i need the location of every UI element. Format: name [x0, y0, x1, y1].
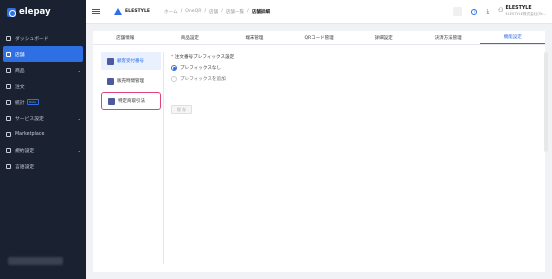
breadcrumb-separator: / — [221, 8, 223, 14]
order-number-icon — [107, 57, 114, 65]
sidebar-item-dashboard[interactable]: ダッシュボード — [0, 30, 86, 46]
stats-icon — [6, 99, 11, 105]
elestyle-logo-icon — [114, 8, 122, 15]
help-icon[interactable]: ? — [471, 8, 478, 15]
elepay-logo-icon — [7, 7, 16, 17]
feature-item-label: 顧客受付番号 — [117, 59, 144, 64]
download-icon[interactable]: ⤓ — [486, 8, 489, 16]
radio-no-prefix[interactable]: プレフィックスなし — [171, 65, 234, 71]
sales-time-icon — [107, 77, 114, 85]
product-icon — [6, 67, 11, 73]
breadcrumb-oneqr[interactable]: OneQR — [185, 9, 201, 15]
tab-payment-methods[interactable]: 決済方法管理 — [416, 31, 481, 44]
sidebar-item-label: Marketplace — [15, 131, 45, 137]
account-menu[interactable]: ⚇ ELESTYLE ELESTYLE株式会社(Te... — [498, 6, 546, 17]
feature-item-label: 特定商取引法 — [118, 99, 145, 104]
breadcrumb-home[interactable]: ホーム — [164, 9, 178, 15]
tab-qr-code-management[interactable]: QRコード管理 — [287, 31, 352, 44]
sidebar-item-label: 統計 — [15, 100, 25, 106]
store-icon — [6, 51, 11, 57]
tab-store-info[interactable]: 店舗情報 — [93, 31, 158, 44]
feature-item-order-number[interactable]: 顧客受付番号 — [101, 52, 161, 70]
sidebar-item-label: 商品 — [15, 68, 25, 74]
chevron-down-icon: ⌄ — [77, 67, 81, 73]
sidebar-item-label: 店舗 — [15, 52, 25, 58]
account-company: ELESTYLE株式会社(Te... — [505, 12, 547, 16]
sidebar-item-label: サービス設定 — [15, 116, 44, 122]
sidebar-item-product[interactable]: 商品 ⌄ — [0, 62, 86, 78]
sidebar-item-label: 規約設定 — [15, 148, 35, 154]
app-logo[interactable]: elepay — [0, 0, 86, 24]
radio-add-prefix[interactable]: プレフィックスを追加 — [171, 76, 234, 82]
dashboard-icon — [6, 35, 11, 41]
radio-label: プレフィックスなし — [180, 66, 222, 71]
sidebar-item-label: ダッシュボード — [15, 36, 49, 42]
breadcrumb-store[interactable]: 店舗 — [209, 9, 218, 15]
feature-menu: 顧客受付番号 販売時間管理 特定商取引法 — [101, 52, 161, 112]
breadcrumb-separator: / — [204, 8, 206, 14]
chevron-down-icon: ⌄ — [77, 147, 81, 153]
breadcrumb-current: 店舗詳細 — [251, 9, 271, 15]
header-placeholder-box — [453, 7, 463, 16]
radio-label: プレフィックスを追加 — [180, 77, 226, 82]
sidebar-item-label: 言語設定 — [15, 164, 35, 170]
breadcrumb-store-list[interactable]: 店舗一覧 — [226, 9, 244, 15]
logo-text: elepay — [19, 7, 51, 17]
sidebar: elepay ダッシュボード 店舗 商品 ⌄ 注文 統計 Beta サービス設定… — [0, 0, 86, 279]
beta-badge: Beta — [26, 99, 39, 105]
service-settings-icon — [6, 115, 11, 121]
sidebar-item-language[interactable]: 言語設定 — [0, 158, 86, 174]
tab-feature-settings[interactable]: 機能設定 — [480, 31, 546, 44]
feature-item-sales-time[interactable]: 販売時間管理 — [101, 72, 161, 90]
sidebar-item-terms[interactable]: 規約設定 ⌄ — [0, 142, 86, 158]
breadcrumb-separator: / — [180, 8, 183, 14]
form-title-text: 注文番号プレフィックス設定 — [174, 55, 235, 60]
sidebar-item-stats[interactable]: 統計 Beta — [0, 94, 86, 110]
radio-unselected-icon — [171, 76, 177, 82]
sidebar-item-store[interactable]: 店舗 — [3, 46, 83, 62]
user-icon: ⚇ — [498, 7, 504, 14]
radio-selected-icon — [171, 65, 177, 71]
brand: ELESTYLE — [114, 8, 150, 15]
brand-name: ELESTYLE — [125, 9, 151, 14]
marketplace-icon — [6, 131, 11, 137]
breadcrumb-separator: / — [247, 8, 249, 14]
chevron-down-icon: ⌄ — [77, 115, 81, 121]
form-title: * 注文番号プレフィックス設定 — [171, 54, 234, 60]
store-detail-card: 店舗情報 商品設定 端末管理 QRコード管理 詳細設定 決済方法管理 機能設定 … — [93, 31, 546, 272]
feature-item-commercial-transactions[interactable]: 特定商取引法 — [101, 92, 161, 110]
prefix-settings-form: * 注文番号プレフィックス設定 プレフィックスなし プレフィックスを追加 — [171, 54, 234, 82]
feature-item-label: 販売時間管理 — [117, 79, 144, 84]
blurred-user-info — [8, 257, 63, 265]
sidebar-item-marketplace[interactable]: Marketplace — [0, 126, 86, 142]
language-icon — [6, 163, 11, 169]
tab-detail-settings[interactable]: 詳細設定 — [351, 31, 416, 44]
required-mark: * — [171, 55, 174, 60]
tab-terminal-management[interactable]: 端末管理 — [222, 31, 287, 44]
sidebar-item-order[interactable]: 注文 — [0, 78, 86, 94]
scrollbar[interactable] — [544, 52, 548, 152]
breadcrumb: ホーム / OneQR / 店舗 / 店舗一覧 / 店舗詳細 — [164, 9, 270, 15]
top-header: ELESTYLE ホーム / OneQR / 店舗 / 店舗一覧 / 店舗詳細 … — [86, 0, 552, 24]
sidebar-item-label: 注文 — [15, 84, 25, 90]
menu-divider — [163, 52, 164, 264]
sidebar-item-service-settings[interactable]: サービス設定 ⌄ — [0, 110, 86, 126]
terms-icon — [6, 147, 11, 153]
save-button[interactable]: 保 存 — [171, 105, 192, 114]
tab-bar: 店舗情報 商品設定 端末管理 QRコード管理 詳細設定 決済方法管理 機能設定 — [93, 31, 546, 45]
commercial-law-icon — [108, 97, 115, 105]
menu-toggle-icon[interactable] — [92, 7, 100, 16]
tab-product-settings[interactable]: 商品設定 — [158, 31, 223, 44]
order-icon — [6, 83, 11, 89]
